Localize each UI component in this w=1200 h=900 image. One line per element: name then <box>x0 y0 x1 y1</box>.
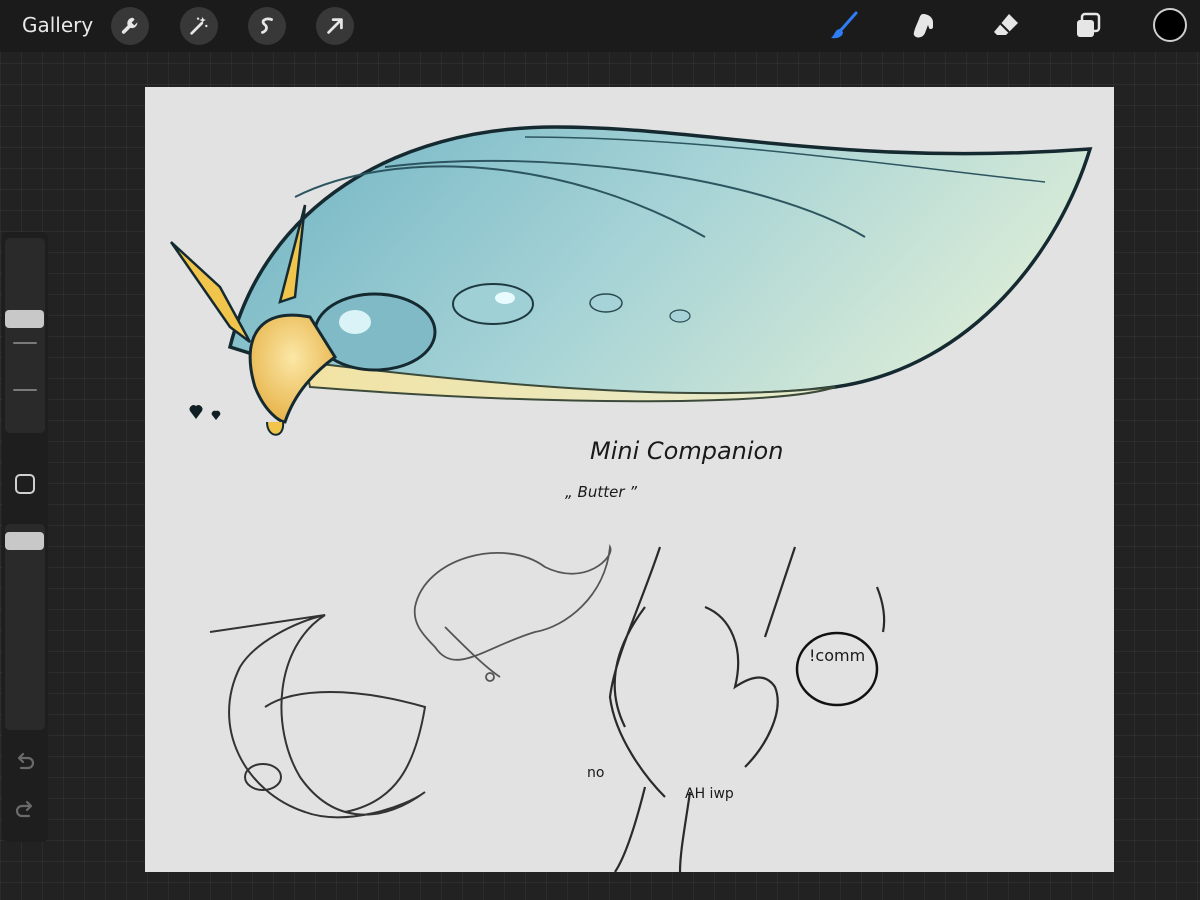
note-ah: AH iwp <box>685 786 734 802</box>
move-arrow-icon <box>327 18 343 34</box>
modify-button-icon[interactable] <box>15 474 35 494</box>
selection-icon <box>261 17 273 34</box>
creature-illustration <box>169 125 1093 436</box>
note-no: no <box>587 765 604 781</box>
drawing-canvas[interactable]: Mini Companion „ Butter ” !comm no AH iw… <box>145 87 1114 873</box>
smudge-icon <box>913 14 933 38</box>
sketch-leaf-creature <box>413 543 612 682</box>
redo-icon[interactable] <box>14 798 36 820</box>
layers-button[interactable] <box>1070 8 1106 44</box>
opacity-slider[interactable] <box>5 524 45 730</box>
note-comm: !comm <box>809 646 865 665</box>
color-icon[interactable] <box>1153 8 1187 42</box>
eraser-icon <box>994 14 1018 35</box>
left-sidebar <box>2 232 48 842</box>
sketch-moon-creature <box>209 614 427 819</box>
brush-size-handle[interactable] <box>5 310 44 328</box>
brush-button[interactable] <box>826 8 862 44</box>
sketch-hands <box>608 546 886 873</box>
artwork-title: Mini Companion <box>590 437 783 465</box>
layers-icon <box>1077 12 1101 37</box>
undo-icon[interactable] <box>14 750 36 772</box>
slider-tick <box>13 342 37 344</box>
magic-wand-icon <box>190 16 208 35</box>
wrench-icon <box>121 17 138 34</box>
eraser-button[interactable] <box>988 8 1024 44</box>
top-toolbar: Gallery <box>0 0 1200 52</box>
artwork: Mini Companion „ Butter ” !comm no AH iw… <box>169 125 1093 873</box>
gallery-button[interactable]: Gallery <box>22 13 93 37</box>
slider-tick <box>13 389 37 391</box>
actions-button[interactable] <box>111 7 149 45</box>
smudge-button[interactable] <box>906 8 942 44</box>
heart-doodle <box>189 405 203 419</box>
transform-button[interactable] <box>316 7 354 45</box>
brush-size-slider[interactable] <box>5 238 45 433</box>
heart-doodle <box>211 410 221 420</box>
opacity-handle[interactable] <box>5 532 44 550</box>
artwork-subtitle: „ Butter ” <box>565 483 637 501</box>
brush-icon <box>831 11 858 39</box>
selection-button[interactable] <box>248 7 286 45</box>
adjustments-button[interactable] <box>180 7 218 45</box>
